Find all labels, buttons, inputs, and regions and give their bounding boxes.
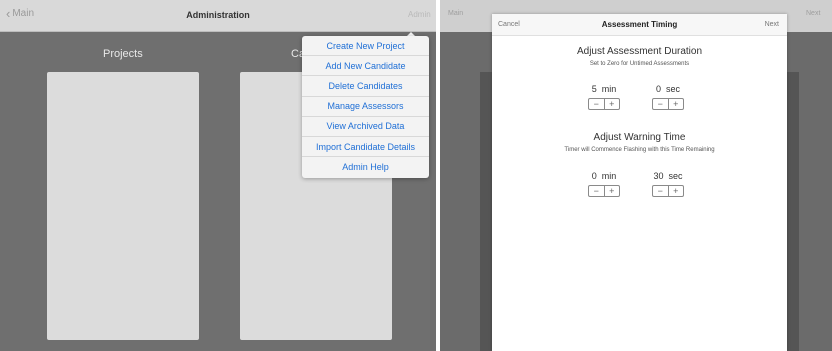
- modal-title: Assessment Timing: [601, 20, 678, 29]
- increment-button[interactable]: +: [605, 99, 620, 109]
- menu-item-admin-help[interactable]: Admin Help: [302, 157, 429, 177]
- warning-seconds: 30 sec: [648, 171, 688, 181]
- modal-header: Cancel Assessment Timing Next: [492, 14, 787, 36]
- warning-minutes-value: 0: [591, 171, 597, 181]
- increment-button[interactable]: +: [669, 99, 684, 109]
- decrement-button[interactable]: −: [589, 186, 605, 196]
- assessment-timing-modal: Cancel Assessment Timing Next Adjust Ass…: [492, 14, 787, 351]
- duration-subtitle: Set to Zero for Untimed Assessments: [589, 61, 690, 67]
- admin-popover-menu: Create New Project Add New Candidate Del…: [302, 36, 429, 178]
- duration-minutes-unit: min: [601, 84, 617, 94]
- duration-seconds-value: 0: [655, 84, 661, 94]
- decrement-button[interactable]: −: [653, 99, 669, 109]
- increment-button[interactable]: +: [605, 186, 620, 196]
- background-panel-edge-right: [787, 72, 799, 351]
- warning-seconds-unit: sec: [668, 171, 683, 181]
- duration-minutes-stepper[interactable]: − +: [588, 98, 620, 110]
- warning-seconds-value: 30: [653, 171, 664, 181]
- navigation-bar: ‹ Main Administration Admin: [0, 0, 436, 32]
- increment-button[interactable]: +: [669, 186, 684, 196]
- background-next-label: Next: [806, 10, 821, 17]
- background-back-label: Main: [448, 10, 464, 17]
- duration-minutes: 5 min: [584, 84, 624, 94]
- duration-seconds-unit: sec: [666, 84, 681, 94]
- duration-seconds-stepper[interactable]: − +: [652, 98, 684, 110]
- admin-screen: ‹ Main Administration Admin Projects Ca …: [0, 0, 436, 351]
- warning-minutes-unit: min: [601, 171, 617, 181]
- menu-item-delete-candidates[interactable]: Delete Candidates: [302, 76, 429, 97]
- warning-seconds-stepper[interactable]: − +: [652, 185, 684, 197]
- duration-minutes-value: 5: [591, 84, 597, 94]
- menu-item-create-new-project[interactable]: Create New Project: [302, 36, 429, 57]
- menu-item-add-new-candidate[interactable]: Add New Candidate: [302, 56, 429, 77]
- projects-panel: [47, 72, 199, 340]
- background-panel-edge-left: [480, 72, 492, 351]
- duration-seconds: 0 sec: [648, 84, 688, 94]
- admin-menu-button[interactable]: Admin: [408, 10, 431, 19]
- decrement-button[interactable]: −: [653, 186, 669, 196]
- page-title: Administration: [186, 10, 250, 20]
- warning-minutes: 0 min: [584, 171, 624, 181]
- menu-item-view-archived-data[interactable]: View Archived Data: [302, 117, 429, 137]
- menu-item-import-candidate-details[interactable]: Import Candidate Details: [302, 137, 429, 158]
- warning-title: Adjust Warning Time: [593, 132, 686, 143]
- decrement-button[interactable]: −: [589, 99, 605, 109]
- next-button[interactable]: Next: [765, 21, 779, 28]
- duration-title: Adjust Assessment Duration: [576, 46, 703, 57]
- warning-minutes-stepper[interactable]: − +: [588, 185, 620, 197]
- projects-column-label: Projects: [103, 48, 143, 60]
- warning-subtitle: Timer will Commence Flashing with this T…: [564, 147, 715, 153]
- assessment-timing-screen: Main Next Cancel Assessment Timing Next …: [440, 0, 832, 351]
- menu-item-manage-assessors[interactable]: Manage Assessors: [302, 97, 429, 117]
